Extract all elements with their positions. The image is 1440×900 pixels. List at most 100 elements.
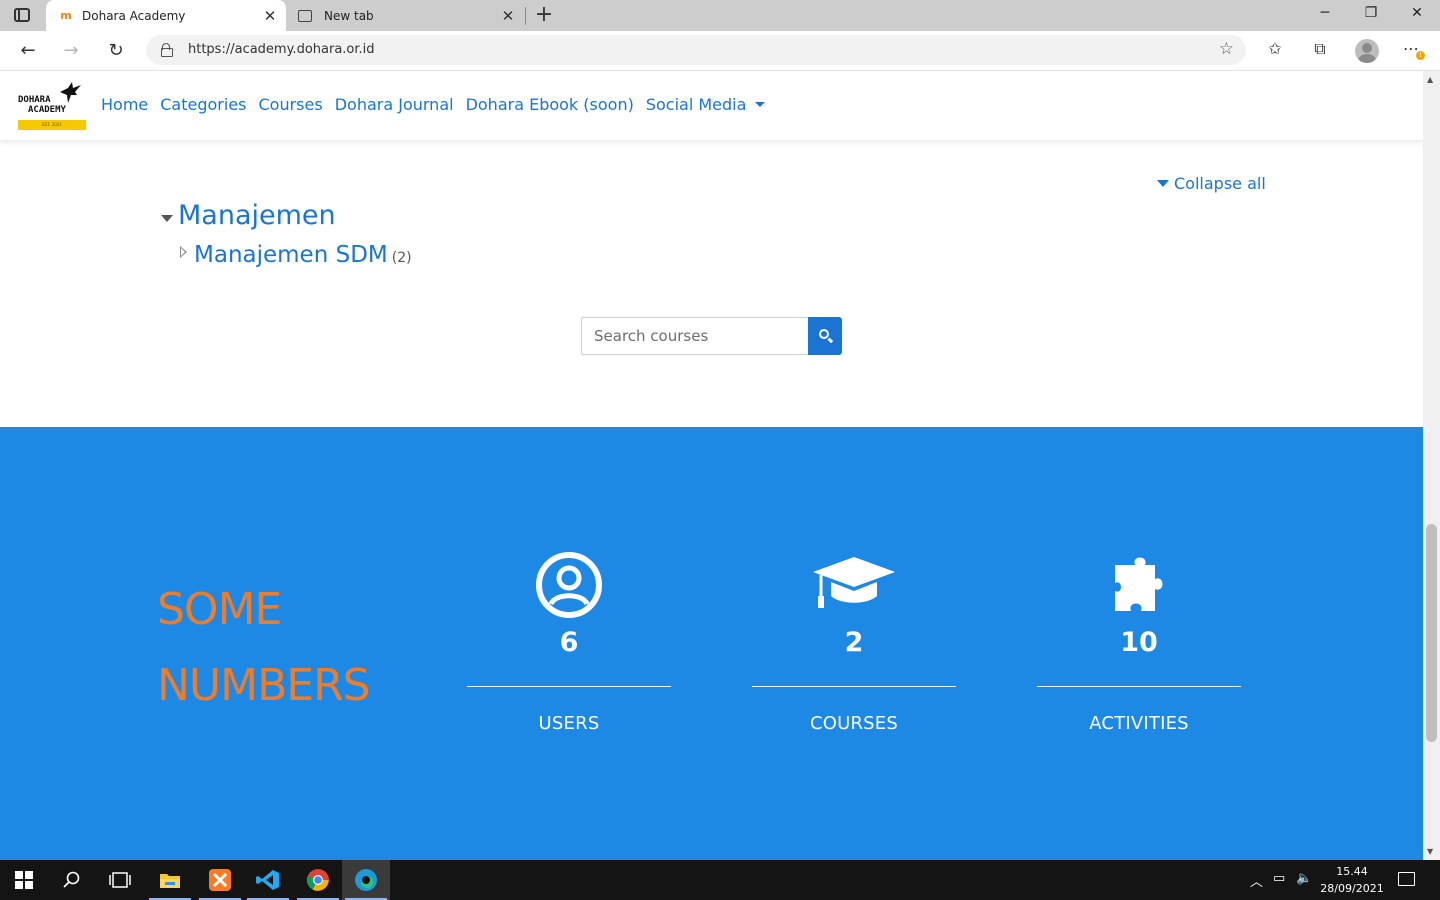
users-count: 6 <box>559 627 579 658</box>
course-search-form <box>581 317 842 355</box>
page-scrollbar[interactable]: ▲ ▼ <box>1423 71 1440 860</box>
activities-label: ACTIVITIES <box>1089 713 1189 734</box>
collapse-all-label: Collapse all <box>1174 174 1266 193</box>
logo-line1: DOHARA <box>18 95 51 105</box>
xampp-icon[interactable] <box>196 860 244 900</box>
edge-icon[interactable] <box>342 860 390 900</box>
stat-activities: 10 ACTIVITIES <box>1037 552 1241 734</box>
stats-title-line2: NUMBERS <box>157 660 371 711</box>
add-favorite-star-icon[interactable]: ☆ <box>1219 39 1234 59</box>
network-icon[interactable]: ▭ <box>1273 871 1285 886</box>
close-tab-icon[interactable]: ✕ <box>260 7 280 25</box>
nav-categories[interactable]: Categories <box>160 95 246 114</box>
windows-taskbar: ︿ ▭ 🔈 15.44 28/09/2021 <box>0 860 1440 900</box>
refresh-icon[interactable]: ↻ <box>104 39 128 63</box>
collapse-all-link[interactable]: Collapse all <box>1157 174 1266 193</box>
divider <box>467 686 671 687</box>
expanded-triangle-icon[interactable] <box>161 215 173 222</box>
scrollbar-thumb[interactable] <box>1426 524 1437 742</box>
clock-date: 28/09/2021 <box>1320 882 1384 895</box>
logo-text: DOHARA ACADEMY <box>18 95 66 115</box>
courses-count: 2 <box>844 627 864 658</box>
users-label: USERS <box>538 713 600 734</box>
newtab-icon <box>298 9 312 22</box>
graduation-cap-icon <box>813 557 895 608</box>
lock-icon[interactable] <box>161 43 173 57</box>
file-explorer-icon[interactable] <box>146 860 194 900</box>
vscode-logo-icon <box>256 870 279 890</box>
activities-count: 10 <box>1120 627 1158 658</box>
folder-icon <box>160 874 180 888</box>
search-courses-input[interactable] <box>581 317 808 355</box>
search-submit-button[interactable] <box>808 317 842 355</box>
back-arrow-icon[interactable]: ← <box>16 39 40 63</box>
chrome-logo-icon <box>306 869 329 891</box>
course-count: (2) <box>391 250 412 266</box>
tab-dohara-academy[interactable]: m Dohara Academy ✕ <box>46 0 286 31</box>
tab-actions-icon[interactable] <box>14 8 30 22</box>
logo-strip: EST. 2021 <box>18 120 86 130</box>
forward-arrow-icon[interactable]: → <box>59 39 83 63</box>
restore-icon[interactable]: ❐ <box>1356 5 1386 21</box>
stats-title-line1: SOME <box>157 584 282 635</box>
favorites-icon[interactable]: ✩ <box>1262 39 1288 58</box>
nav-social-media-label: Social Media <box>645 95 747 114</box>
nav-home[interactable]: Home <box>101 95 148 114</box>
courses-label: COURSES <box>809 713 899 734</box>
profile-avatar-icon[interactable] <box>1355 39 1379 63</box>
caret-down-icon <box>755 102 766 107</box>
tab-title: New tab <box>324 8 374 23</box>
xampp-logo-icon <box>209 869 231 891</box>
collapsed-triangle-icon[interactable] <box>180 246 187 258</box>
taskbar-search-icon <box>63 871 80 888</box>
nav-dohara-journal[interactable]: Dohara Journal <box>335 95 454 114</box>
stat-courses: 2 COURSES <box>752 552 956 734</box>
category-manajemen-label[interactable]: Manajemen <box>178 200 336 231</box>
minimize-icon[interactable]: ─ <box>1310 5 1340 21</box>
address-toolbar: ← → ↻ https://academy.dohara.or.id ☆ ✩ ⧉… <box>0 31 1440 71</box>
tab-title: Dohara Academy <box>82 8 186 23</box>
nav-dohara-ebook[interactable]: Dohara Ebook (soon) <box>466 95 634 114</box>
collections-icon[interactable]: ⧉ <box>1307 39 1333 59</box>
search-icon[interactable] <box>48 860 96 900</box>
main-nav: Home Categories Courses Dohara Journal D… <box>101 95 766 114</box>
chrome-icon[interactable] <box>294 860 342 900</box>
nav-social-media-dropdown[interactable]: Social Media <box>646 95 766 114</box>
divider <box>1037 686 1241 687</box>
scroll-up-icon[interactable]: ▲ <box>1427 75 1433 84</box>
close-window-icon[interactable]: ✕ <box>1402 5 1432 21</box>
category-manajemen-sdm[interactable]: Manajemen SDM (2) <box>180 242 412 268</box>
clock-time: 15.44 <box>1336 865 1368 878</box>
task-view-glyph-icon <box>109 872 131 888</box>
url-text[interactable]: https://academy.dohara.or.id <box>188 42 375 57</box>
category-manajemen[interactable]: Manajemen <box>161 200 336 231</box>
notifications-icon[interactable] <box>1398 872 1415 886</box>
page-viewport: DOHARA ACADEMY EST. 2021 Home Categories… <box>0 71 1423 860</box>
volume-icon[interactable]: 🔈 <box>1296 871 1312 886</box>
divider <box>752 686 956 687</box>
start-icon[interactable] <box>0 860 48 900</box>
stat-users: 6 USERS <box>467 552 671 734</box>
scroll-down-icon[interactable]: ▼ <box>1427 847 1433 856</box>
category-manajemen-sdm-label[interactable]: Manajemen SDM <box>194 242 388 268</box>
browser-tab-bar: m Dohara Academy ✕ New tab ✕ + ─ ❐ ✕ <box>0 0 1440 31</box>
task-view-icon[interactable] <box>96 860 144 900</box>
tab-new-tab[interactable]: New tab ✕ <box>288 0 524 31</box>
close-tab-icon[interactable]: ✕ <box>498 7 518 25</box>
vscode-icon[interactable] <box>244 860 292 900</box>
address-bar[interactable]: https://academy.dohara.or.id ☆ <box>146 35 1246 65</box>
system-clock[interactable]: 15.44 28/09/2021 <box>1320 863 1384 897</box>
logo-strip-text: EST. 2021 <box>42 122 62 127</box>
search-icon <box>819 329 829 339</box>
user-circle-icon <box>536 552 602 618</box>
site-navbar: DOHARA ACADEMY EST. 2021 Home Categories… <box>0 71 1423 140</box>
site-logo[interactable]: DOHARA ACADEMY EST. 2021 <box>18 82 86 130</box>
moodle-icon: m <box>60 9 72 22</box>
tab-separator <box>525 7 526 25</box>
logo-line2: ACADEMY <box>28 105 66 115</box>
windows-logo-icon <box>15 871 33 889</box>
puzzle-piece-icon <box>1115 557 1163 611</box>
show-hidden-icons-icon[interactable]: ︿ <box>1250 871 1263 890</box>
new-tab-plus-icon[interactable]: + <box>533 2 555 27</box>
nav-courses[interactable]: Courses <box>259 95 323 114</box>
